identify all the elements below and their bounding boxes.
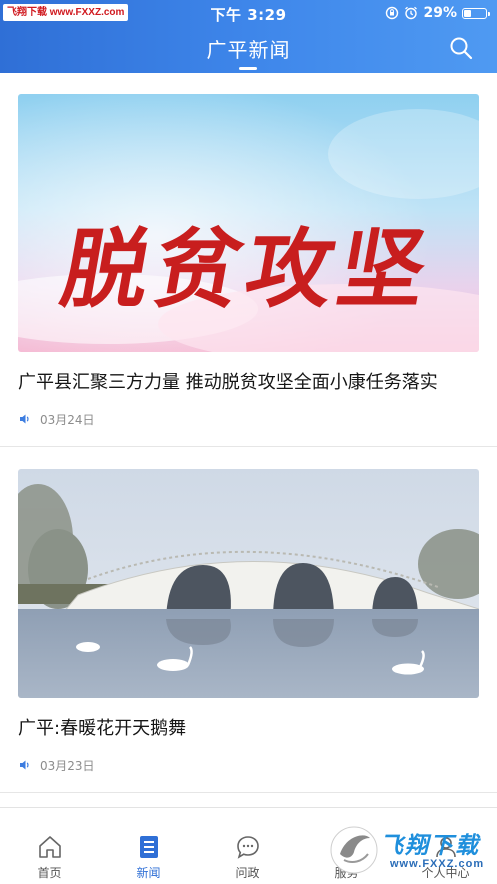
tab-label: 问政 xyxy=(235,866,260,880)
tab-inquiry[interactable]: 问政 xyxy=(198,808,297,884)
search-icon[interactable] xyxy=(449,36,473,60)
news-date: 03月24日 xyxy=(40,412,95,427)
rotation-lock-icon xyxy=(386,6,399,20)
poverty-banner-image: 脱贫攻坚 xyxy=(18,94,479,352)
home-icon xyxy=(39,836,61,858)
news-title[interactable]: 广平:春暖花开天鹅舞 xyxy=(18,717,488,741)
news-card[interactable]: 脱贫攻坚 广平县汇聚三方力量 推动脱贫攻坚全面小康任务落实 03月24日 xyxy=(0,73,497,447)
title-underline xyxy=(239,67,257,70)
status-indicators: 29% xyxy=(385,5,490,21)
tab-label: 新闻 xyxy=(136,866,161,880)
news-date: 03月23日 xyxy=(40,758,95,773)
speaker-icon[interactable] xyxy=(18,758,32,772)
battery-level xyxy=(464,9,471,17)
news-image-poverty[interactable]: 脱贫攻坚 xyxy=(18,94,479,352)
page-title: 广平新闻 xyxy=(206,38,291,62)
bird-logo-icon xyxy=(330,826,378,874)
news-feed[interactable]: 脱贫攻坚 广平县汇聚三方力量 推动脱贫攻坚全面小康任务落实 03月24日 广平:… xyxy=(0,73,497,807)
tab-label: 首页 xyxy=(37,866,62,880)
site-logo-watermark: 飞翔下载 www.FXXZ.com xyxy=(330,822,490,878)
poverty-banner-lettering: 脱贫攻坚 xyxy=(54,220,440,320)
chat-bubble-icon xyxy=(237,836,259,859)
logo-main-text: 飞翔下载 xyxy=(380,833,480,859)
tab-home[interactable]: 首页 xyxy=(0,808,99,884)
speaker-icon[interactable] xyxy=(18,412,32,426)
status-bar: 飞翔下载 www.FXXZ.com 下午 3:29 29% xyxy=(0,0,497,26)
battery-icon xyxy=(462,7,490,19)
app-header: 飞翔下载 www.FXXZ.com 下午 3:29 29% 广平新闻 xyxy=(0,0,497,73)
news-meta: 03月24日 xyxy=(18,411,95,427)
logo-sub-text: www.FXXZ.com xyxy=(390,858,485,870)
bridge-lake-photo xyxy=(18,469,479,698)
svg-text:脱贫攻坚: 脱贫攻坚 xyxy=(54,220,440,320)
news-image-bridge[interactable] xyxy=(18,469,479,698)
tab-news[interactable]: 新闻 xyxy=(99,808,198,884)
news-meta: 03月23日 xyxy=(18,757,95,773)
alarm-icon xyxy=(405,6,418,20)
divider xyxy=(0,792,497,793)
news-title[interactable]: 广平县汇聚三方力量 推动脱贫攻坚全面小康任务落实 xyxy=(18,371,488,395)
news-card[interactable]: 广平:春暖花开天鹅舞 03月23日 xyxy=(0,447,497,807)
news-icon xyxy=(140,836,158,858)
battery-percent: 29% xyxy=(423,5,457,21)
